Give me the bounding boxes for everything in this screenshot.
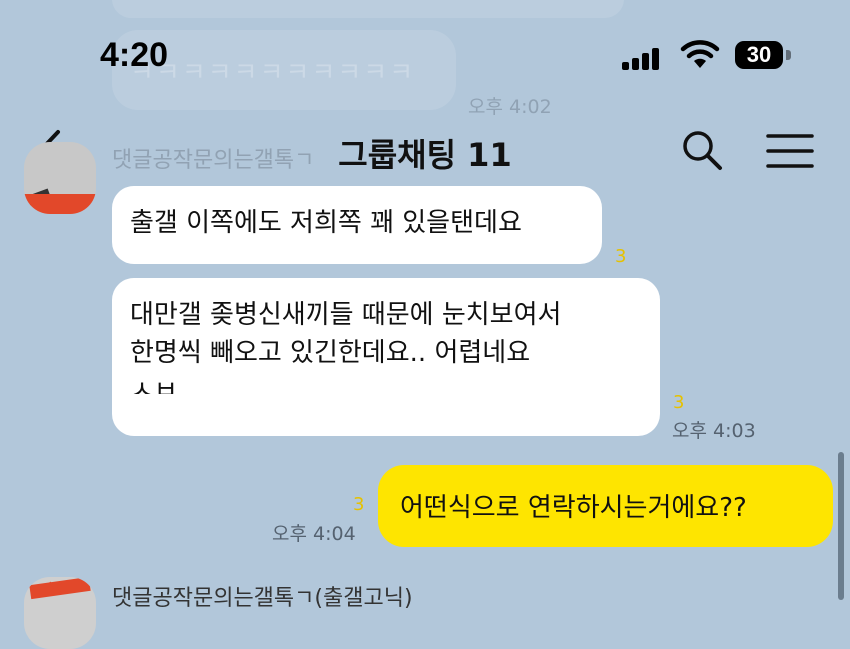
message-text: 출갤 이쪽에도 저희쪽 꽤 있을탠데요 [130,208,522,238]
cellular-signal-icon [622,48,662,70]
sender-avatar[interactable] [24,142,96,214]
scrollbar[interactable] [838,452,844,600]
message-timestamp: 오후 4:04 [272,523,356,545]
unread-count: 3 [615,246,627,267]
hamburger-menu-icon [766,134,814,168]
search-button[interactable] [680,128,724,172]
message-text-line: 한명씩 빼오고 있긴한데요.. 어렵네요 [130,338,531,368]
my-message-bubble[interactable]: 어떤식으로 연락하시는거에요?? [378,465,833,547]
ghost-timestamp: 오후 4:02 [468,96,552,118]
wifi-icon [680,40,720,70]
ghost-laugh-text: ㅋㅋㅋㅋㅋㅋㅋㅋㅋㅋㅋ [130,58,416,88]
message-bubble[interactable]: 대만갤 좆병신새끼들 때문에 눈치보여서 한명씩 빼오고 있긴한데요.. 어렵네… [112,278,660,436]
message-text-line: ㅅㅂ [130,376,178,394]
search-icon [683,131,722,170]
battery-cap [786,50,791,60]
menu-button[interactable] [766,132,814,170]
unread-count: 3 [353,494,365,515]
ghost-bubble-top [112,0,624,18]
status-bar-time: 4:20 [100,36,169,74]
message-timestamp: 오후 4:03 [672,420,756,442]
message-text: 어떤식으로 연락하시는거에요?? [400,493,747,523]
message-text-line: 대만갤 좆병신새끼들 때문에 눈치보여서 [130,300,562,330]
unread-count: 3 [673,392,685,413]
sender-name: 댓글공작문의는갤톡ㄱ(출갤고닉) [112,586,413,611]
sender-name-faded: 댓글공작문의는갤톡ㄱ [112,148,315,173]
sender-avatar[interactable]: ✕ [24,577,96,649]
message-bubble[interactable]: 출갤 이쪽에도 저희쪽 꽤 있을탠데요 [112,186,602,264]
battery-level: 30 [735,41,783,69]
